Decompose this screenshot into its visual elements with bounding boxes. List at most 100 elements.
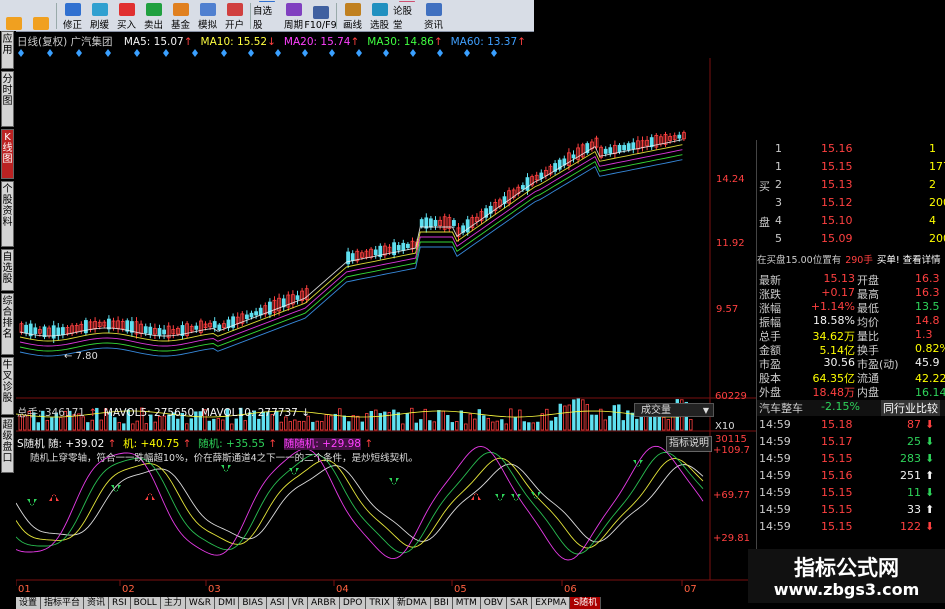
toolbar-button-15[interactable]: 资讯 <box>420 1 447 31</box>
indicator-tab-19[interactable]: EXPMA <box>532 597 571 609</box>
signal-diamond <box>248 49 254 57</box>
ma-item-0: MA5: 15.07 <box>123 36 184 48</box>
toolbar-button-label: 选股 <box>369 20 389 31</box>
toolbar-button-6[interactable]: 基金 <box>167 1 194 31</box>
volume-bar <box>581 399 585 431</box>
indicator-tab-10[interactable]: VR <box>288 597 309 609</box>
left-tab-0[interactable]: 应用 <box>1 31 14 69</box>
quote-value: 0.82% <box>915 342 945 355</box>
k-line-chart[interactable]: ← 7.80 14.24 11.92 9.57 60229 30115 X10 +109.7… <box>16 58 756 598</box>
order-index: 5 <box>775 232 782 245</box>
buy-signal-arrow <box>27 499 37 506</box>
sector-compare-button[interactable]: 同行业比较 <box>881 400 940 416</box>
toolbar-button-9[interactable]: 自选股 <box>253 1 280 31</box>
volume-bar <box>522 421 526 431</box>
volume-dropdown[interactable]: 成交量 ▼ <box>634 403 714 417</box>
indicator-help-button[interactable]: 指标说明 <box>666 436 712 452</box>
volume-bar <box>437 410 441 431</box>
toolbar-button-12[interactable]: 画线 <box>339 1 366 31</box>
volume-bar <box>234 418 238 431</box>
indicator-tab-15[interactable]: BBI <box>430 597 453 609</box>
volume-bar <box>639 416 643 431</box>
back-icon <box>5 17 22 30</box>
candle-body <box>295 295 300 300</box>
order-book-row[interactable]: 买 2 15.13 2 <box>757 178 945 194</box>
left-tab-2[interactable]: K线图 <box>1 129 14 179</box>
left-tab-4[interactable]: 自选股 <box>1 249 14 291</box>
order-book-row[interactable]: 3 15.12 200 <box>757 196 945 212</box>
buy-signal-arrow <box>289 468 299 475</box>
buy-signal-arrow <box>511 494 521 501</box>
toolbar-button-7[interactable]: 模拟 <box>194 1 221 31</box>
candle-body <box>677 134 682 139</box>
ma-line-2 <box>19 149 683 347</box>
nav-button-1[interactable] <box>27 1 54 31</box>
volume-bar <box>446 415 450 431</box>
indicator-tab-14[interactable]: 新DMA <box>393 597 431 609</box>
candle-body <box>428 218 433 228</box>
forward-icon <box>32 17 49 30</box>
toolbar-button-5[interactable]: 卖出 <box>140 1 167 31</box>
order-banner[interactable]: 在买盘15.00位置有 290手 买单! 查看详情 <box>757 252 945 268</box>
indicator-tab-4[interactable]: BOLL <box>130 597 161 609</box>
indicator-tab-12[interactable]: DPO <box>339 597 367 609</box>
indicator-tab-3[interactable]: RSI <box>109 597 131 609</box>
left-tab-7[interactable]: 超级盘口 <box>1 417 14 473</box>
toolbar-button-8[interactable]: 开户 <box>221 1 248 31</box>
volume-bar <box>554 416 558 431</box>
indicator-tab-5[interactable]: 主力 <box>160 597 186 609</box>
order-book-row[interactable]: 1 15.16 1 <box>757 142 945 158</box>
order-side-label: 买 <box>759 180 770 193</box>
left-tab-3[interactable]: 个股资料 <box>1 181 14 247</box>
indicator-tab-7[interactable]: DMI <box>215 597 240 609</box>
indicator-tab-6[interactable]: W&R <box>185 597 215 609</box>
volume-bar <box>221 419 225 431</box>
toolbar-button-4[interactable]: 买入 <box>113 1 140 31</box>
volume-axis-label: 60229 <box>715 391 747 402</box>
sector-name: 汽车整车 <box>759 402 803 415</box>
low-marker: ← 7.80 <box>64 351 98 362</box>
ma-item-2: MA20: 15.74 <box>283 36 351 48</box>
order-book-row[interactable]: 盘 4 15.10 4 <box>757 214 945 230</box>
banner-link[interactable]: 买单! 查看详情 <box>877 255 941 266</box>
volume-bar <box>297 420 301 431</box>
indicator-tab-bar: 设置 指标平台 资讯 RSI BOLL 主力 W&R DMI BIAS ASI VR ARBR DPO T… <box>16 597 706 609</box>
order-book-row[interactable]: 5 15.09 200 <box>757 232 945 248</box>
quote-value: 16.3 <box>915 272 940 285</box>
ma-item-3: MA30: 14.86 <box>367 36 434 48</box>
indicator-tab-2[interactable]: 资讯 <box>84 597 110 609</box>
ma-legend: 日线(复权) 广汽集团 MA5: 15.07↑ MA10: 15.52↓ MA20:… <box>17 34 526 48</box>
toolbar-button-13[interactable]: 选股 <box>366 1 393 31</box>
signal-diamond <box>410 49 416 57</box>
tick-volume: 122 <box>900 520 921 533</box>
left-tab-1[interactable]: 分时图 <box>1 71 14 127</box>
ma-arrow-3: ↑ <box>433 36 443 48</box>
order-book-row[interactable]: 1 15.15 1770 <box>757 160 945 176</box>
volume-bar <box>257 418 261 431</box>
quote-value: 14.8 <box>915 314 940 327</box>
volume-bar <box>189 418 193 431</box>
volume-bar <box>500 419 504 431</box>
indicator-tab-20[interactable]: S随机 <box>570 597 602 609</box>
nav-button-0[interactable] <box>0 1 27 31</box>
indicator-tab-1[interactable]: 指标平台 <box>41 597 85 609</box>
toolbar-button-10[interactable]: 周期 <box>280 1 307 31</box>
candle-body <box>539 172 544 179</box>
indicator-tab-16[interactable]: MTM <box>452 597 481 609</box>
indicator-tab-13[interactable]: TRIX <box>366 597 394 609</box>
indicator-tab-17[interactable]: OBV <box>480 597 507 609</box>
toolbar-button-11[interactable]: F10/F9 <box>304 1 337 31</box>
left-tab-5[interactable]: 综合排名 <box>1 293 14 355</box>
toolbar-button-2[interactable]: 修正 <box>59 1 86 31</box>
toolbar-button-14[interactable]: 论股堂 <box>393 1 420 31</box>
toolbar-button-3[interactable]: 刷缓 <box>86 1 113 31</box>
volume-bar <box>414 422 418 431</box>
indicator-tab-8[interactable]: BIAS <box>239 597 268 609</box>
arrow-up-icon: ⬆ <box>925 503 935 516</box>
candle-body <box>608 147 613 154</box>
indicator-tab-9[interactable]: ASI <box>267 597 289 609</box>
left-tab-6[interactable]: 牛叉诊股 <box>1 357 14 415</box>
indicator-tab-11[interactable]: ARBR <box>308 597 340 609</box>
indicator-tab-18[interactable]: SAR <box>506 597 533 609</box>
indicator-tab-0[interactable]: 设置 <box>16 597 42 609</box>
